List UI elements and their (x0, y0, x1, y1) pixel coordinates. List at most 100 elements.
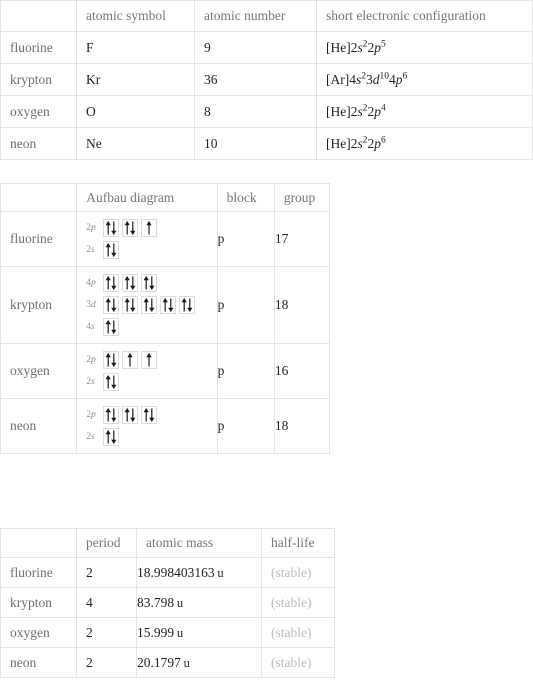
orbital-box-updown-icon (103, 428, 120, 446)
properties-table-body: atomic symbol atomic number short electr… (0, 0, 533, 160)
table-header-row: Aufbau diagram block group (0, 183, 331, 212)
cell-period-fluorine: 2 (76, 557, 137, 588)
orbital-box-updown-icon (103, 351, 120, 369)
cell-atomic-symbol-fluorine: F (76, 31, 195, 64)
table-row: krypton 4p 3d 4s p 18 (0, 266, 331, 344)
orbital-shell-label: 2s (86, 432, 95, 442)
row-label-fluorine: fluorine (0, 211, 78, 267)
cell-atomic-number-krypton: 36 (194, 63, 317, 96)
orbital-box-updown-icon (103, 274, 120, 292)
orbital-shell-row: 2s (86, 371, 216, 393)
row-label-neon: neon (0, 647, 77, 678)
cell-group-krypton: 18 (273, 266, 331, 344)
orbital-shell-label: 3d (86, 300, 96, 310)
row-label-fluorine: fluorine (0, 31, 77, 64)
cell-atomic-symbol-oxygen: O (76, 95, 195, 128)
orbital-shell-label: 2s (86, 377, 95, 387)
orbital-shell-label: 4p (86, 278, 96, 288)
cell-period-oxygen: 2 (76, 617, 137, 648)
orbital-box-group (103, 406, 158, 424)
corner-cell (0, 0, 77, 32)
row-label-oxygen: oxygen (0, 343, 78, 399)
column-header-atomic-mass: atomic mass (136, 528, 262, 558)
orbital-box-group (103, 373, 120, 391)
orbital-box-updown-icon (141, 406, 158, 424)
row-label-neon: neon (0, 398, 78, 454)
orbital-box-group (103, 428, 120, 446)
orbital-shell-label: 2p (86, 223, 96, 233)
row-label-krypton: krypton (0, 587, 77, 618)
cell-block-fluorine: p (216, 211, 275, 267)
aufbau-table-body: Aufbau diagram block group fluorine 2p 2s… (0, 183, 331, 454)
cell-atomic-mass-krypton: 83.798 u (136, 587, 262, 618)
row-label-oxygen: oxygen (0, 617, 77, 648)
cell-atomic-number-fluorine: 9 (194, 31, 317, 64)
column-header-block: block (216, 183, 275, 212)
table-header-row: atomic symbol atomic number short electr… (0, 0, 533, 32)
row-label-oxygen: oxygen (0, 95, 77, 128)
orbital-box-updown-icon (103, 406, 120, 424)
column-header-atomic-number: atomic number (194, 0, 317, 32)
orbital-box-updown-icon (103, 296, 120, 314)
column-header-half-life: half-life (261, 528, 335, 558)
orbital-shell-row: 4p (86, 272, 216, 294)
orbital-shell-row: 4s (86, 316, 216, 338)
column-header-atomic-symbol: atomic symbol (76, 0, 195, 32)
cell-block-krypton: p (216, 266, 275, 344)
cell-atomic-symbol-neon: Ne (76, 127, 195, 160)
column-header-group: group (273, 183, 331, 212)
cell-atomic-mass-oxygen: 15.999 u (136, 617, 262, 648)
orbital-box-updown-icon (122, 219, 139, 237)
aufbau-diagram-neon: 2p 2s (76, 398, 218, 454)
cell-group-fluorine: 17 (273, 211, 331, 267)
aufbau-diagram-krypton: 4p 3d 4s (76, 266, 218, 344)
orbital-box-up-icon (141, 351, 158, 369)
cell-electron-configuration-neon: [He]2s22p6 (326, 135, 386, 151)
cell-atomic-mass-neon: 20.1797 u (136, 647, 262, 678)
table-row: neon 2 20.1797 u (stable) (0, 647, 335, 678)
orbital-box-updown-icon (122, 296, 139, 314)
table-header-row: period atomic mass half-life (0, 528, 335, 558)
orbital-box-group (103, 219, 158, 237)
table-row: fluorine 2 18.998403163 u (stable) (0, 557, 335, 588)
table-row: oxygen O 8 [He]2s22p4 (0, 95, 533, 128)
orbital-box-up-icon (122, 351, 139, 369)
atomic-mass-unit: u (176, 625, 184, 640)
orbital-box-group (103, 318, 120, 336)
orbital-shell-label: 2p (86, 355, 96, 365)
aufbau-diagram-fluorine: 2p 2s (76, 211, 218, 267)
cell-group-neon: 18 (273, 398, 331, 454)
cell-half-life-krypton: (stable) (261, 587, 335, 618)
orbital-box-updown-icon (179, 296, 196, 314)
cell-atomic-mass-fluorine: 18.998403163 u (136, 557, 262, 588)
orbital-shell-row: 2s (86, 239, 216, 261)
orbital-box-updown-icon (160, 296, 177, 314)
table-row: fluorine 2p 2s p 17 (0, 211, 331, 267)
orbital-shell-label: 2p (86, 410, 96, 420)
orbital-box-updown-icon (103, 219, 120, 237)
orbital-shell-row: 3d (86, 294, 216, 316)
cell-half-life-neon: (stable) (261, 647, 335, 678)
row-label-krypton: krypton (0, 63, 77, 96)
orbital-shell-row: 2p (86, 217, 216, 239)
table-row: oxygen 2 15.999 u (stable) (0, 617, 335, 648)
orbital-box-updown-icon (103, 241, 120, 259)
table-row: oxygen 2p 2s p 16 (0, 343, 331, 399)
orbital-shell-label: 2s (86, 245, 95, 255)
physical-properties-table: period atomic mass half-life fluorine 2 … (0, 528, 335, 678)
page-root: atomic symbol atomic number short electr… (0, 0, 533, 692)
aufbau-table: Aufbau diagram block group fluorine 2p 2s… (0, 183, 331, 454)
corner-cell (0, 528, 77, 558)
atomic-mass-unit: u (217, 565, 224, 580)
table-row: krypton 4 83.798 u (stable) (0, 587, 335, 618)
atomic-mass-unit: u (176, 595, 184, 610)
orbital-shell-label: 4s (86, 322, 95, 332)
orbital-box-updown-icon (122, 274, 139, 292)
cell-electron-configuration-krypton: [Ar]4s23d104p6 (326, 71, 408, 87)
orbital-box-group (103, 274, 158, 292)
cell-period-krypton: 4 (76, 587, 137, 618)
orbital-box-group (103, 241, 120, 259)
cell-half-life-fluorine: (stable) (261, 557, 335, 588)
column-header-short-electronic-configuration: short electronic configuration (316, 0, 533, 32)
physical-properties-table-body: period atomic mass half-life fluorine 2 … (0, 528, 335, 678)
